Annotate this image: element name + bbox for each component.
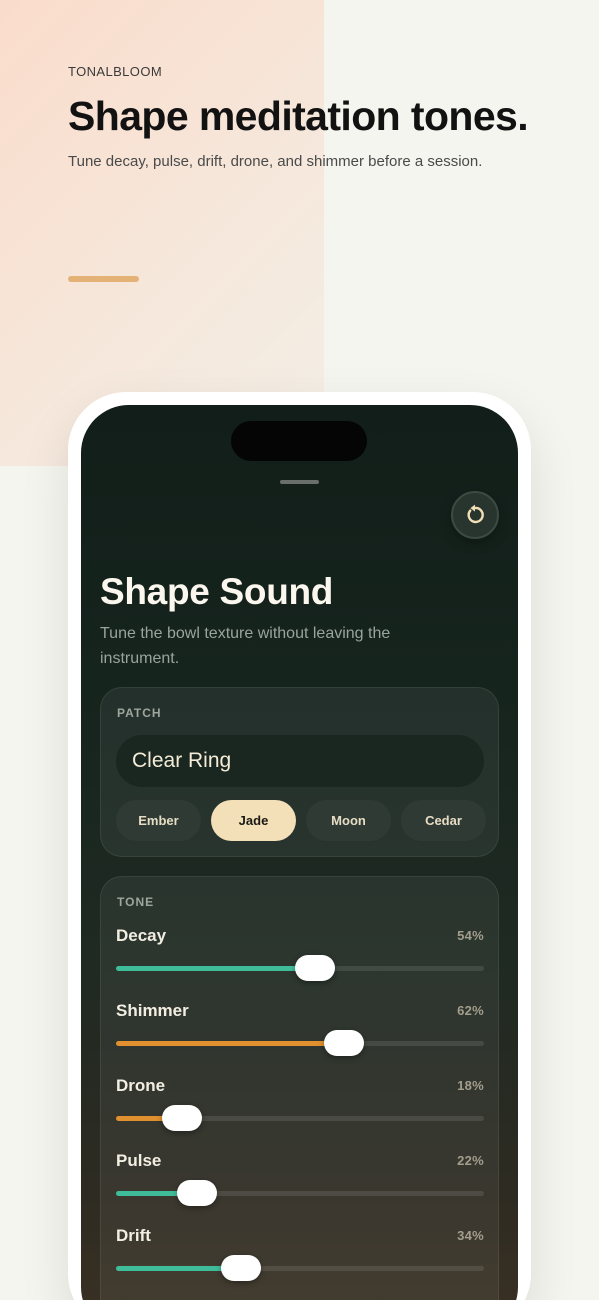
chip-moon[interactable]: Moon xyxy=(306,800,391,841)
slider-thumb[interactable] xyxy=(324,1030,364,1056)
slider-thumb[interactable] xyxy=(221,1255,261,1281)
slider-value: 22% xyxy=(457,1153,484,1168)
slider-fill xyxy=(116,1041,344,1046)
slider-label: Pulse xyxy=(116,1151,162,1170)
slider-label: Drone xyxy=(116,1076,166,1095)
slider-thumb[interactable] xyxy=(177,1180,217,1206)
phone-screen: Shape Sound Tune the bowl texture withou… xyxy=(81,405,518,1300)
sheet-grabber[interactable] xyxy=(280,480,319,484)
tone-card: TONE Decay 54% Shimmer 62% Drone 18% Pul… xyxy=(100,876,499,1300)
patch-card: PATCH Clear Ring Ember Jade Moon Cedar xyxy=(100,687,499,857)
slider-track[interactable] xyxy=(116,1030,484,1056)
slider-label: Drift xyxy=(116,1226,151,1245)
patch-section-label: PATCH xyxy=(117,706,162,720)
patch-chips: Ember Jade Moon Cedar xyxy=(116,800,486,841)
slider-track[interactable] xyxy=(116,1180,484,1206)
slider-value: 18% xyxy=(457,1078,484,1093)
slider-label: Shimmer xyxy=(116,1001,189,1020)
sheet-subtitle: Tune the bowl texture without leaving th… xyxy=(100,625,391,667)
slider-fill xyxy=(116,966,315,971)
patch-name-field[interactable]: Clear Ring xyxy=(116,735,484,787)
brand-label: TONALBLOOM xyxy=(68,64,163,79)
chip-cedar[interactable]: Cedar xyxy=(401,800,486,841)
slider-value: 62% xyxy=(457,1003,484,1018)
sheet-title: Shape Sound xyxy=(100,571,334,612)
slider-value: 54% xyxy=(457,928,484,943)
page-headline: Shape meditation tones. xyxy=(68,93,529,139)
slider-thumb[interactable] xyxy=(295,955,335,981)
hero: TONALBLOOM Shape meditation tones. Tune … xyxy=(68,64,568,170)
tone-section-label: TONE xyxy=(117,895,155,909)
slider-track[interactable] xyxy=(116,955,484,981)
accent-divider xyxy=(68,276,139,282)
dynamic-island xyxy=(231,421,367,461)
reset-button[interactable] xyxy=(451,491,499,539)
slider-track[interactable] xyxy=(116,1105,484,1131)
reset-icon xyxy=(467,504,484,524)
chip-ember[interactable]: Ember xyxy=(116,800,201,841)
chip-jade[interactable]: Jade xyxy=(211,800,296,841)
slider-track[interactable] xyxy=(116,1255,484,1281)
page-subline: Tune decay, pulse, drift, drone, and shi… xyxy=(68,153,483,170)
slider-label: Decay xyxy=(116,926,167,945)
slider-thumb[interactable] xyxy=(162,1105,202,1131)
slider-value: 34% xyxy=(457,1228,484,1243)
